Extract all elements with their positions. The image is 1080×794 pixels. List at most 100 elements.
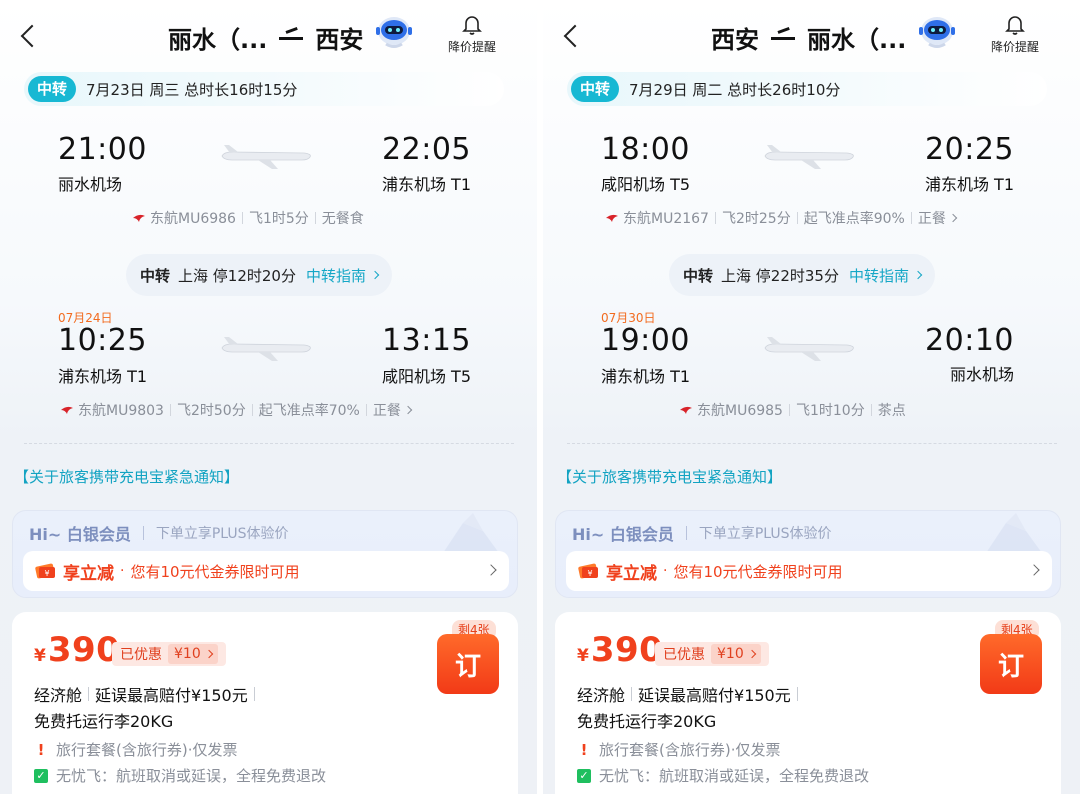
thumbs-up-icon: ✓ (34, 768, 48, 783)
price-alert-label: 降价提醒 (990, 40, 1039, 54)
robot-assistant-icon[interactable] (917, 12, 957, 52)
segment-2-arrival-airport: 咸阳机场 T5 (381, 367, 471, 386)
segment-1-departure-time: 18:00 (601, 132, 690, 167)
segment-1-departure-airport: 咸阳机场 T5 (601, 175, 691, 194)
transfer-guide-link[interactable]: 中转指南 (849, 265, 923, 286)
meal-info: 茶点 (877, 403, 906, 419)
separator (631, 687, 633, 701)
route-arrow-icon (279, 30, 304, 44)
segment-2-departure-time: 10:25 (58, 323, 147, 358)
chevron-right-icon (913, 270, 923, 280)
route-title: 丽水（... 西安 (168, 20, 363, 54)
separator (796, 687, 798, 701)
transfer-info-pill[interactable]: 中转 上海 停12时20分 中转指南 (126, 254, 392, 296)
china-eastern-logo-icon (606, 214, 618, 222)
flight-number: 东航MU6985 (697, 403, 783, 419)
coupon-offer-row[interactable]: ¥ 享立减 · 您有10元代金券限时可用 (23, 551, 509, 591)
separator (142, 526, 144, 540)
segment-2-departure-airport: 浦东机场 T1 (58, 367, 148, 386)
section-divider (24, 443, 514, 444)
feature-text: 无忧飞：航班取消或延误，全程免费退改 (56, 767, 327, 785)
discount-amount: ¥10 (717, 646, 744, 662)
coupon-dot: · (663, 563, 668, 579)
book-button[interactable]: 订 (437, 634, 499, 694)
price-alert-button[interactable]: 降价提醒 (985, 14, 1045, 55)
currency-symbol: ¥ (577, 646, 589, 666)
discount-amount-chip: ¥10 (168, 644, 218, 664)
member-subtitle: 下单立享PLUS体验价 (698, 526, 832, 542)
power-bank-notice-link[interactable]: 【关于旅客携带充电宝紧急通知】 (14, 466, 239, 487)
chevron-right-icon (485, 564, 497, 576)
coupon-icon: ¥ (35, 563, 55, 579)
price-alert-button[interactable]: 降价提醒 (442, 14, 502, 55)
flight-duration: 飞1时5分 (248, 211, 309, 227)
chevron-right-icon (948, 213, 958, 223)
coupon-text: 您有10元代金券限时可用 (673, 562, 843, 581)
exclamation-icon: ! (34, 741, 48, 759)
separator (253, 687, 255, 701)
member-header: Hi~ 白银会员 下单立享PLUS体验价 (29, 521, 289, 545)
discount-badge[interactable]: 已优惠 ¥10 (655, 642, 769, 666)
coupon-dot: · (120, 563, 125, 579)
coupon-text: 您有10元代金券限时可用 (130, 562, 300, 581)
coupon-icon: ¥ (578, 563, 598, 579)
route-to: 西安 (315, 25, 364, 54)
segment-2-arrival-time: 20:10 (925, 323, 1014, 358)
power-bank-notice-link[interactable]: 【关于旅客携带充电宝紧急通知】 (557, 466, 782, 487)
airplane-icon (764, 337, 854, 361)
screenshot-root: 丽水（... 西安 降价提醒 中转 7月23日 周三 总时长16时15分 21:… (0, 0, 1080, 794)
chevron-right-icon (1028, 564, 1040, 576)
feature-text: 旅行套餐(含旅行券)·仅发票 (599, 741, 781, 759)
transfer-info-pill[interactable]: 中转 上海 停22时35分 中转指南 (669, 254, 935, 296)
svg-text:¥: ¥ (587, 569, 592, 578)
price-amount: 390 (47, 630, 121, 670)
cabin-info: 经济舱 延误最高赔付¥150元 (577, 682, 804, 706)
gift-decoration-icon (986, 513, 1042, 553)
chevron-right-icon (204, 649, 213, 659)
baggage-allowance: 免费托运行李20KG (34, 712, 174, 731)
segment-2-flight-info[interactable]: 东航MU6985 飞1时10分 茶点 (679, 400, 906, 420)
transfer-stopover: 上海 停12时20分 (178, 266, 296, 285)
segment-1-flight-info[interactable]: 东航MU6986 飞1时5分 无餐食 (132, 208, 364, 228)
book-button[interactable]: 订 (980, 634, 1042, 694)
discount-badge[interactable]: 已优惠 ¥10 (112, 642, 226, 666)
flight-duration: 飞2时50分 (176, 403, 246, 419)
itinerary-panel-return: 西安 丽水（... 降价提醒 中转 7月29日 周二 总时长26时10分 18:… (543, 0, 1080, 794)
chevron-right-icon (747, 649, 756, 659)
segment-2-departure-time: 19:00 (601, 323, 690, 358)
feature-worry-free: ✓ 无忧飞：航班取消或延误，全程免费退改 (577, 765, 869, 786)
thumbs-up-icon: ✓ (577, 768, 591, 783)
transfer-tag: 中转 (571, 76, 620, 102)
route-to: 丽水（... (807, 25, 907, 54)
chevron-right-icon (403, 405, 413, 415)
robot-assistant-icon[interactable] (374, 12, 414, 52)
route-from: 西安 (711, 25, 759, 54)
chevron-right-icon (370, 270, 380, 280)
separator (714, 212, 716, 224)
discount-amount-chip: ¥10 (711, 644, 761, 664)
discount-label: 已优惠 (663, 647, 705, 663)
back-chevron-left-icon[interactable] (561, 22, 583, 52)
segment-2-flight-info[interactable]: 东航MU9803 飞2时50分 起飞准点率70% 正餐 (60, 400, 413, 420)
bell-icon (1005, 16, 1025, 35)
airplane-icon (221, 337, 311, 361)
back-chevron-left-icon[interactable] (18, 22, 40, 52)
delay-compensation: 延误最高赔付¥150元 (638, 686, 791, 705)
itinerary-panel-outbound: 丽水（... 西安 降价提醒 中转 7月23日 周三 总时长16时15分 21:… (0, 0, 537, 794)
coupon-offer-row[interactable]: ¥ 享立减 · 您有10元代金券限时可用 (566, 551, 1052, 591)
segment-1-flight-info[interactable]: 东航MU2167 飞2时25分 起飞准点率90% 正餐 (605, 208, 958, 228)
section-divider (567, 443, 1057, 444)
trip-info-bar: 中转 7月23日 周三 总时长16时15分 (24, 72, 504, 106)
separator (365, 404, 367, 416)
on-time-rate: 起飞准点率90% (803, 211, 905, 227)
bell-icon (462, 16, 482, 35)
transfer-guide-link[interactable]: 中转指南 (306, 265, 380, 286)
segment-2-arrival-time: 13:15 (382, 323, 471, 358)
member-header: Hi~ 白银会员 下单立享PLUS体验价 (572, 521, 832, 545)
airplane-icon (764, 145, 854, 169)
gift-decoration-icon (443, 513, 499, 553)
separator (314, 212, 316, 224)
segment-1-arrival-airport: 浦东机场 T1 (924, 175, 1014, 194)
member-card: Hi~ 白银会员 下单立享PLUS体验价 ¥ 享立减 · 您有10元代金券限时可… (12, 510, 518, 598)
coupon-title: 享立减 (606, 563, 657, 584)
